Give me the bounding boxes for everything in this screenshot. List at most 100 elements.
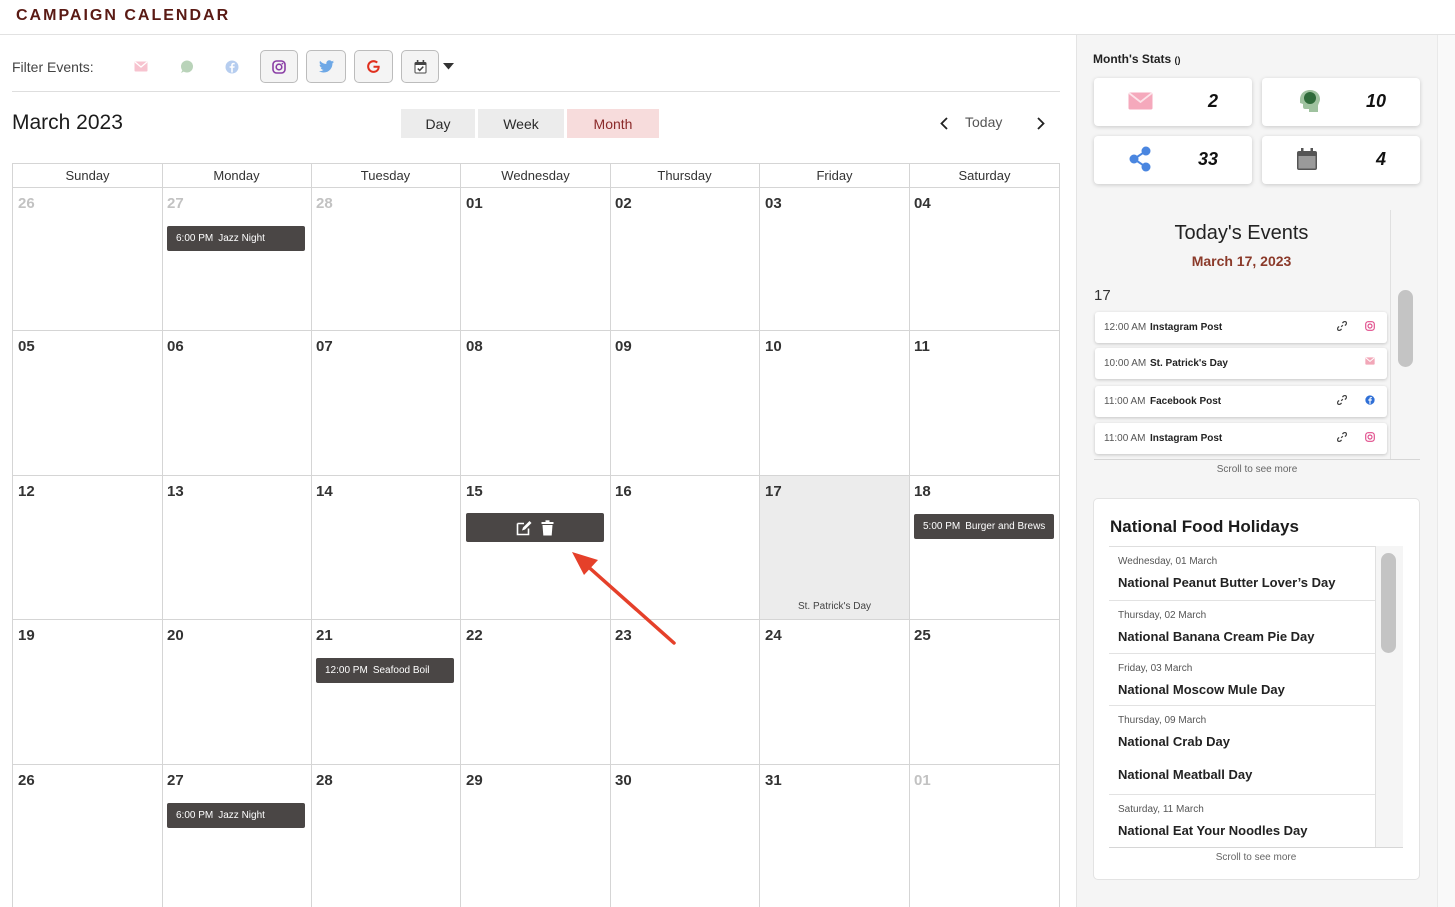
calendar-check-icon	[414, 59, 426, 73]
app-title: CAMPAIGN CALENDAR	[16, 7, 231, 24]
calendar-day-cell[interactable]: 01	[909, 765, 1060, 907]
calendar-day-cell[interactable]: 14	[311, 476, 461, 620]
filter-dropdown-toggle[interactable]	[440, 50, 456, 83]
stat-value: 4	[1375, 149, 1386, 169]
event-name: Jazz Night	[218, 233, 265, 244]
calendar-event[interactable]: 6:00 PM Jazz Night	[167, 226, 305, 251]
event-source	[1365, 321, 1375, 334]
food-holidays-scroll-hint: Scroll to see more	[1215, 852, 1297, 863]
view-month-button[interactable]: Month	[567, 109, 659, 138]
filter-calendar-button[interactable]	[401, 50, 439, 83]
calendar-day-cell[interactable]: 13	[162, 476, 312, 620]
event-link-button[interactable]	[1336, 320, 1348, 334]
food-holiday-date: Friday, 03 March	[1118, 663, 1193, 674]
delete-button[interactable]	[541, 519, 554, 536]
day-number: 29	[466, 772, 483, 789]
stat-card-calendar: 4	[1262, 136, 1420, 184]
event-link-button[interactable]	[1336, 431, 1348, 445]
filter-facebook-button[interactable]	[221, 50, 243, 83]
filter-twitter-button[interactable]	[306, 50, 346, 83]
day-number: 18	[914, 483, 931, 500]
prev-month-button[interactable]	[933, 112, 955, 134]
calendar-day-cell[interactable]: 19	[13, 620, 163, 765]
facebook-icon	[225, 60, 239, 73]
stat-card-social: 33	[1094, 136, 1252, 184]
today-button[interactable]: Today	[965, 114, 1002, 130]
weekday-header: Sunday	[13, 164, 163, 188]
food-holiday-date: Saturday, 11 March	[1118, 804, 1204, 815]
filter-google-button[interactable]	[354, 50, 393, 83]
filter-sms-button[interactable]	[175, 50, 197, 83]
event-link-button[interactable]	[1336, 394, 1348, 408]
todays-event-item[interactable]: 12:00 AM Instagram Post	[1095, 312, 1387, 343]
calendar-day-cell[interactable]: 01	[461, 188, 611, 331]
filter-label: Filter Events:	[12, 59, 94, 75]
calendar-day-cell[interactable]: 02	[610, 188, 760, 331]
todays-event-item[interactable]: 11:00 AM Instagram Post	[1095, 423, 1387, 454]
day-number: 08	[466, 338, 483, 355]
calendar-day-cell[interactable]: 04	[909, 188, 1060, 331]
calendar-day-cell[interactable]: 26	[13, 188, 163, 331]
calendar-event[interactable]: 6:00 PM Jazz Night	[167, 803, 305, 828]
day-number: 01	[466, 195, 483, 212]
todays-event-item[interactable]: 10:00 AM St. Patrick's Day	[1095, 348, 1387, 379]
todays-events-date: March 17, 2023	[1191, 253, 1292, 269]
event-actions-bar	[466, 513, 604, 542]
calendar-day-cell[interactable]: 08	[461, 331, 611, 476]
calendar-day-cell[interactable]: 31	[760, 765, 910, 907]
event-time: 6:00 PM	[176, 233, 214, 244]
edit-button[interactable]	[516, 520, 533, 536]
calendar-day-cell[interactable]: 17 St. Patrick's Day	[760, 476, 910, 620]
calendar-day-cell[interactable]: 05	[13, 331, 163, 476]
calendar-day-cell[interactable]: 28	[311, 765, 461, 907]
food-holiday-item: Thursday, 02 March National Banana Cream …	[1109, 601, 1375, 654]
food-holiday-name: National Crab Day	[1118, 734, 1230, 749]
chevron-right-icon	[1037, 116, 1045, 130]
event-name: Instagram Post	[1150, 322, 1223, 333]
calendar-day-cell[interactable]: 26	[13, 765, 163, 907]
calendar-day-cell[interactable]: 28	[311, 188, 461, 331]
view-day-button[interactable]: Day	[401, 109, 475, 138]
event-time: 10:00 AM	[1104, 358, 1147, 369]
calendar-day-cell[interactable]: 06	[162, 331, 312, 476]
food-holiday-date: Thursday, 09 March	[1118, 715, 1207, 726]
day-number: 25	[914, 627, 931, 644]
calendar-day-cell[interactable]: 12	[13, 476, 163, 620]
calendar-event[interactable]: 5:00 PM Burger and Brews	[914, 514, 1054, 539]
calendar-icon	[1297, 148, 1317, 170]
link-icon	[1336, 431, 1348, 443]
todays-events-scroll-thumb[interactable]	[1398, 290, 1413, 367]
instagram-icon	[1365, 432, 1375, 442]
calendar-day-cell[interactable]: 07	[311, 331, 461, 476]
calendar-day-cell[interactable]: 18 5:00 PM Burger and Brews	[909, 476, 1060, 620]
calendar-event[interactable]: 12:00 PM Seafood Boil	[316, 658, 454, 683]
calendar-day-cell[interactable]: 25	[909, 620, 1060, 765]
calendar-day-cell[interactable]: 20	[162, 620, 312, 765]
calendar-day-cell[interactable]: 10	[760, 331, 910, 476]
calendar-day-cell[interactable]: 03	[760, 188, 910, 331]
filter-email-button[interactable]	[130, 50, 152, 83]
calendar-day-cell[interactable]: 09	[610, 331, 760, 476]
page-scrollbar[interactable]	[1437, 35, 1455, 907]
todays-events-divider	[1094, 459, 1420, 460]
filter-instagram-button[interactable]	[260, 50, 298, 83]
calendar-day-cell[interactable]: 21 12:00 PM Seafood Boil	[311, 620, 461, 765]
day-number: 06	[167, 338, 184, 355]
calendar-day-cell[interactable]: 27 6:00 PM Jazz Night	[162, 765, 312, 907]
day-number: 02	[615, 195, 632, 212]
todays-event-item[interactable]: 11:00 AM Facebook Post	[1095, 386, 1387, 417]
next-month-button[interactable]	[1030, 112, 1052, 134]
calendar-day-cell[interactable]: 24	[760, 620, 910, 765]
food-holiday-name: National Peanut Butter Lover’s Day	[1118, 575, 1336, 590]
holiday-label: St. Patrick's Day	[797, 601, 872, 612]
event-name: Jazz Night	[218, 810, 265, 821]
calendar-day-cell[interactable]: 11	[909, 331, 1060, 476]
calendar-day-cell[interactable]: 30	[610, 765, 760, 907]
food-holidays-list: Wednesday, 01 March National Peanut Butte…	[1109, 546, 1375, 846]
calendar-day-cell[interactable]: 27 6:00 PM Jazz Night	[162, 188, 312, 331]
stat-value: 33	[1197, 149, 1218, 169]
day-number: 26	[18, 195, 35, 212]
food-holidays-scroll-thumb[interactable]	[1381, 553, 1396, 653]
calendar-day-cell[interactable]: 29	[461, 765, 611, 907]
view-week-button[interactable]: Week	[478, 109, 564, 138]
